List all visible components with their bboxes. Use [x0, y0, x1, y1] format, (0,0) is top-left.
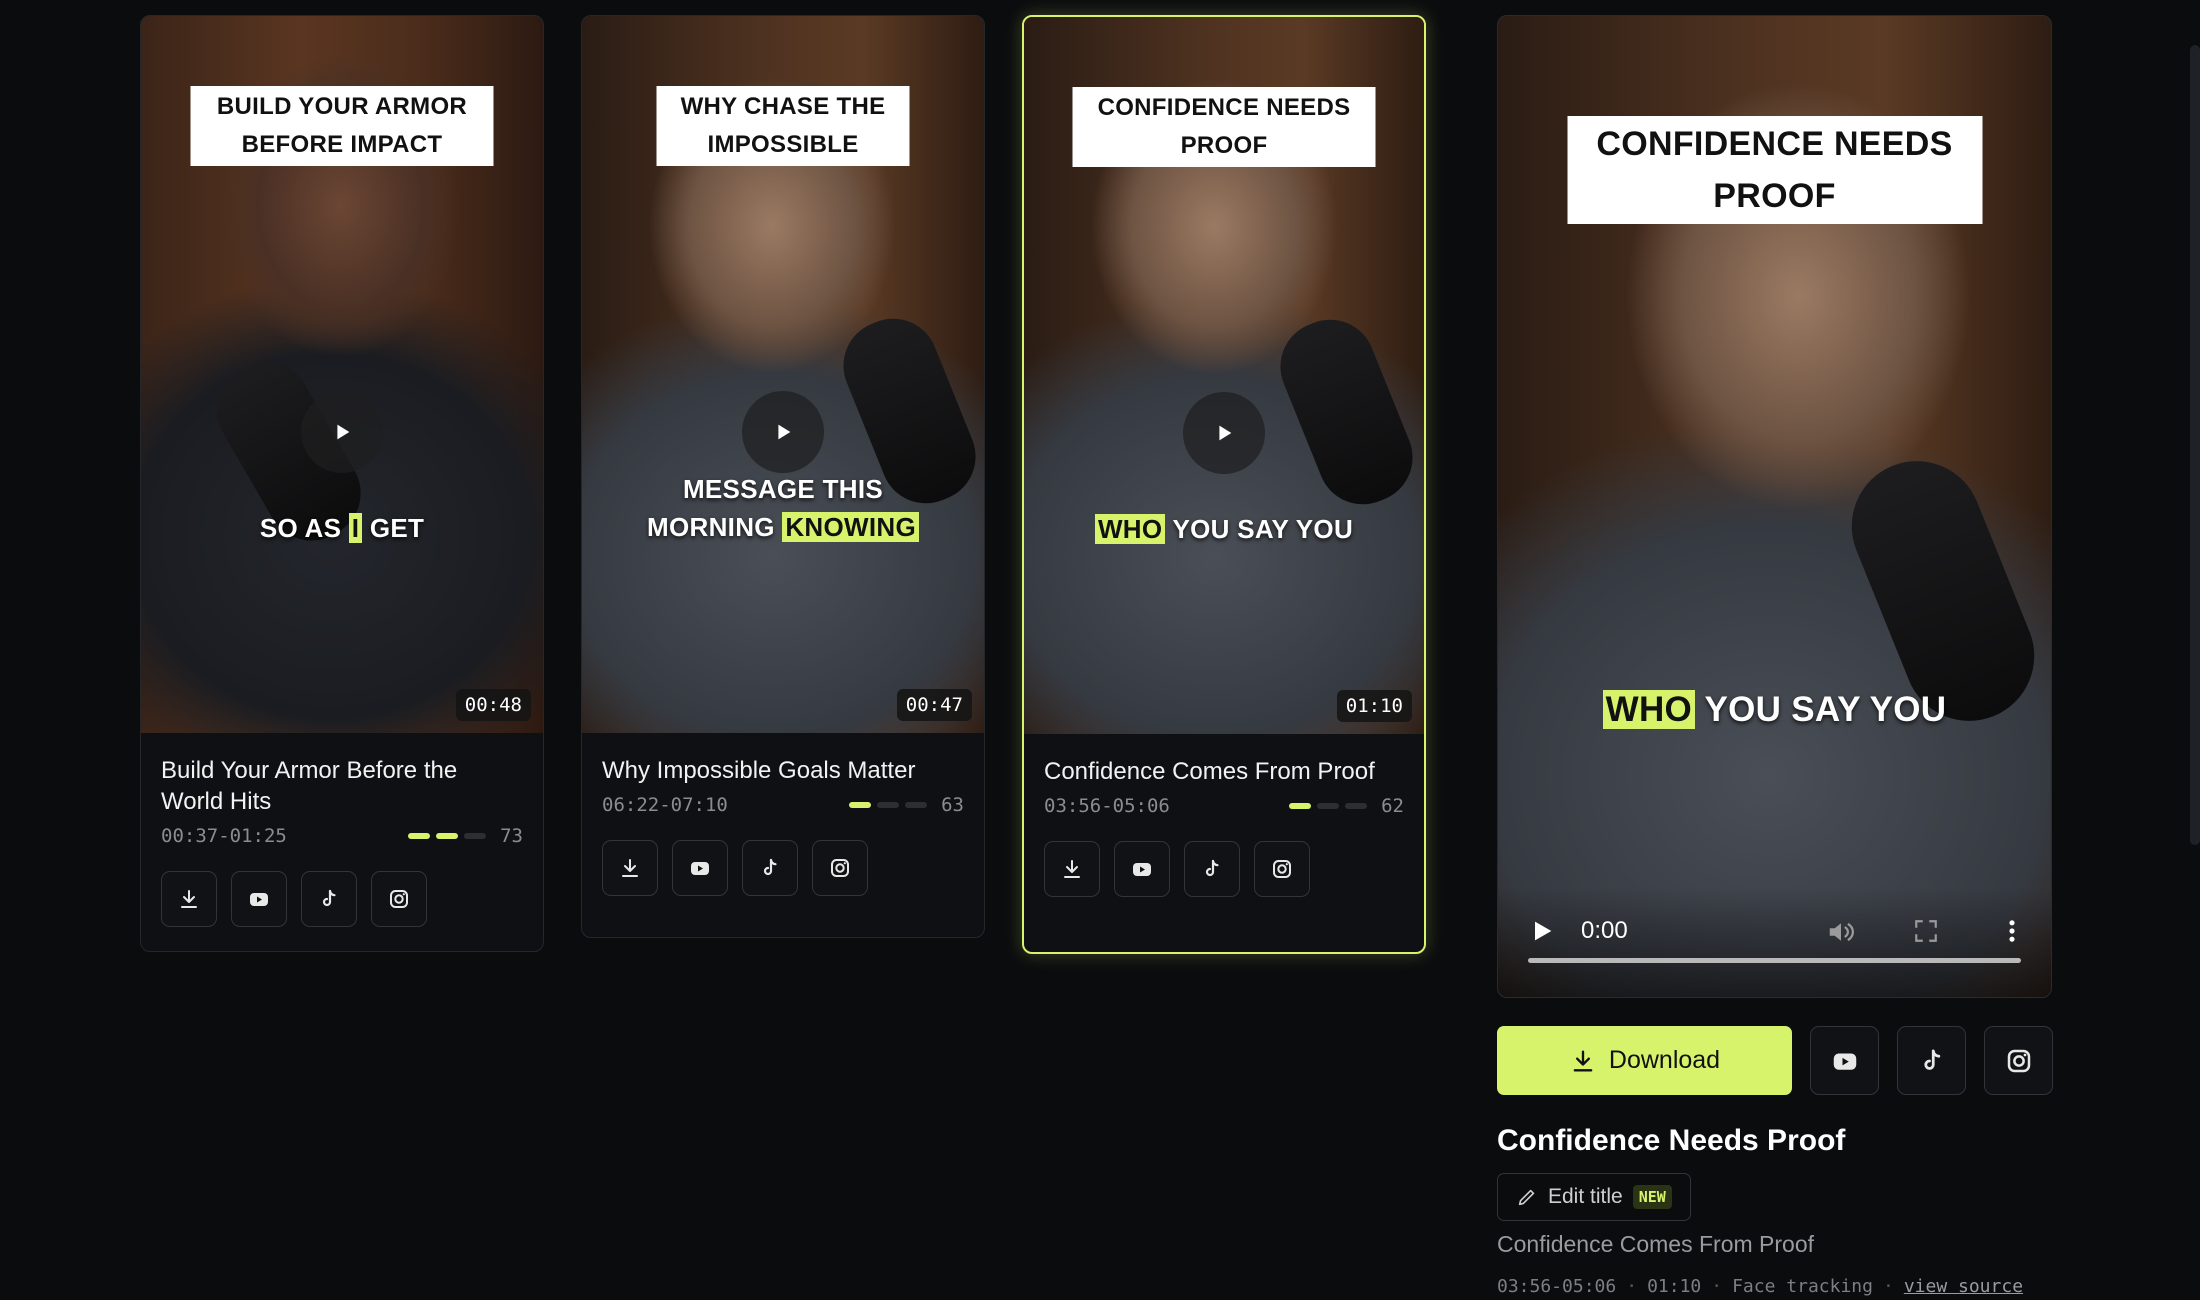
tiktok-icon [322, 889, 336, 907]
download-button[interactable] [161, 871, 217, 927]
caption-highlight: WHO [1602, 690, 1696, 729]
youtube-icon [250, 893, 268, 906]
score-bar [408, 833, 487, 839]
tiktok-button[interactable] [1184, 841, 1240, 897]
tiktok-icon [1923, 1049, 1940, 1070]
instagram-icon [2007, 1049, 2030, 1072]
download-button[interactable] [1044, 841, 1100, 897]
clip-detail-title: Confidence Needs Proof [1497, 1124, 1846, 1157]
clip-title: Why Impossible Goals Matter [602, 757, 916, 784]
clip-thumbnail[interactable]: BUILD YOUR ARMOR BEFORE IMPACT SO AS I G… [141, 16, 543, 733]
instagram-button[interactable] [371, 871, 427, 927]
caption: WHO YOU SAY YOU [1498, 682, 2051, 738]
overlay-title: BUILD YOUR ARMOR BEFORE IMPACT [190, 86, 494, 166]
youtube-button[interactable] [1114, 841, 1170, 897]
virality-score: 63 [941, 794, 964, 816]
duration-badge: 01:10 [1336, 690, 1412, 722]
clip-thumbnail[interactable]: CONFIDENCE NEEDS PROOF WHO YOU SAY YOU 0… [1024, 17, 1424, 734]
download-icon [181, 890, 197, 908]
play-button[interactable] [301, 391, 383, 473]
instagram-icon [390, 890, 408, 908]
seek-bar[interactable] [1528, 958, 2021, 963]
tiktok-icon [1205, 859, 1219, 877]
virality-score: 62 [1381, 795, 1404, 817]
overlay-title: CONFIDENCE NEEDS PROOF [1072, 87, 1376, 167]
play-icon[interactable] [1528, 917, 1556, 945]
play-button[interactable] [742, 391, 824, 473]
clip-title: Confidence Comes From Proof [1044, 758, 1375, 785]
scrollbar[interactable] [2190, 45, 2200, 845]
youtube-button[interactable] [672, 840, 728, 896]
instagram-button[interactable] [812, 840, 868, 896]
clip-time-range: 06:22-07:10 [602, 794, 728, 816]
caption-highlight: I [348, 513, 363, 543]
youtube-icon [691, 862, 709, 875]
caption: SO AS I GET [259, 513, 425, 543]
microphone-image [1266, 306, 1424, 518]
overlay-title: WHY CHASE THE IMPOSSIBLE [656, 86, 910, 166]
download-button[interactable] [602, 840, 658, 896]
volume-icon[interactable] [1826, 917, 1856, 947]
play-button[interactable] [1183, 392, 1265, 474]
instagram-button[interactable] [1254, 841, 1310, 897]
clip-card[interactable]: BUILD YOUR ARMOR BEFORE IMPACT SO AS I G… [140, 15, 544, 952]
clip-card-selected[interactable]: CONFIDENCE NEEDS PROOF WHO YOU SAY YOU 0… [1022, 15, 1426, 954]
download-icon [1573, 1050, 1593, 1071]
youtube-icon [1833, 1053, 1856, 1070]
download-icon [1064, 860, 1080, 878]
clip-time-range: 03:56-05:06 [1044, 795, 1170, 817]
duration-badge: 00:47 [896, 689, 972, 721]
instagram-icon [831, 859, 849, 877]
caption: MESSAGE THIS MORNING KNOWING [582, 470, 984, 546]
pencil-icon [1518, 1189, 1535, 1206]
download-icon [622, 859, 638, 877]
score-bar [849, 802, 928, 808]
clip-time-range: 00:37-01:25 [161, 825, 287, 847]
tiktok-button[interactable] [1897, 1026, 1966, 1095]
download-label: Download [1608, 1046, 1721, 1074]
caption-highlight: KNOWING [782, 512, 919, 542]
clip-detail-subtitle: Confidence Comes From Proof [1497, 1231, 1815, 1257]
youtube-button[interactable] [231, 871, 287, 927]
caption-highlight: WHO [1094, 514, 1166, 544]
play-icon [778, 424, 791, 440]
clip-thumbnail[interactable]: WHY CHASE THE IMPOSSIBLE MESSAGE THIS MOR… [582, 16, 984, 733]
new-badge: NEW [1632, 1185, 1672, 1209]
current-time: 0:00 [1581, 917, 1628, 944]
download-button-primary[interactable]: Download [1497, 1026, 1792, 1095]
view-source-link[interactable]: view source [1904, 1276, 2023, 1297]
play-icon [1219, 425, 1232, 441]
edit-title-label: Edit title [1548, 1185, 1623, 1208]
caption: WHO YOU SAY YOU [1024, 510, 1424, 548]
youtube-button[interactable] [1810, 1026, 1879, 1095]
more-icon[interactable] [1998, 917, 2026, 945]
play-icon [337, 424, 350, 440]
clip-card[interactable]: WHY CHASE THE IMPOSSIBLE MESSAGE THIS MOR… [581, 15, 985, 938]
instagram-icon [1273, 860, 1291, 878]
tiktok-button[interactable] [742, 840, 798, 896]
score-bar [1289, 803, 1368, 809]
tiktok-icon [763, 858, 777, 876]
instagram-button[interactable] [1984, 1026, 2053, 1095]
clip-detail-meta: 03:56-05:06 · 01:10 · Face tracking · view sou… [1497, 1276, 2024, 1297]
virality-score: 73 [500, 825, 523, 847]
overlay-title: CONFIDENCE NEEDS PROOF [1567, 116, 1982, 224]
youtube-icon [1133, 863, 1151, 876]
fullscreen-icon[interactable] [1913, 918, 1939, 944]
edit-title-button[interactable]: Edit title NEW [1497, 1173, 1691, 1221]
video-controls: 0:00 [1498, 887, 2051, 997]
tiktok-button[interactable] [301, 871, 357, 927]
video-preview-player[interactable]: CONFIDENCE NEEDS PROOF WHO YOU SAY YOU 0… [1497, 15, 2052, 998]
clip-title: Build Your Armor Before the World Hits [161, 757, 458, 815]
duration-badge: 00:48 [455, 689, 531, 721]
